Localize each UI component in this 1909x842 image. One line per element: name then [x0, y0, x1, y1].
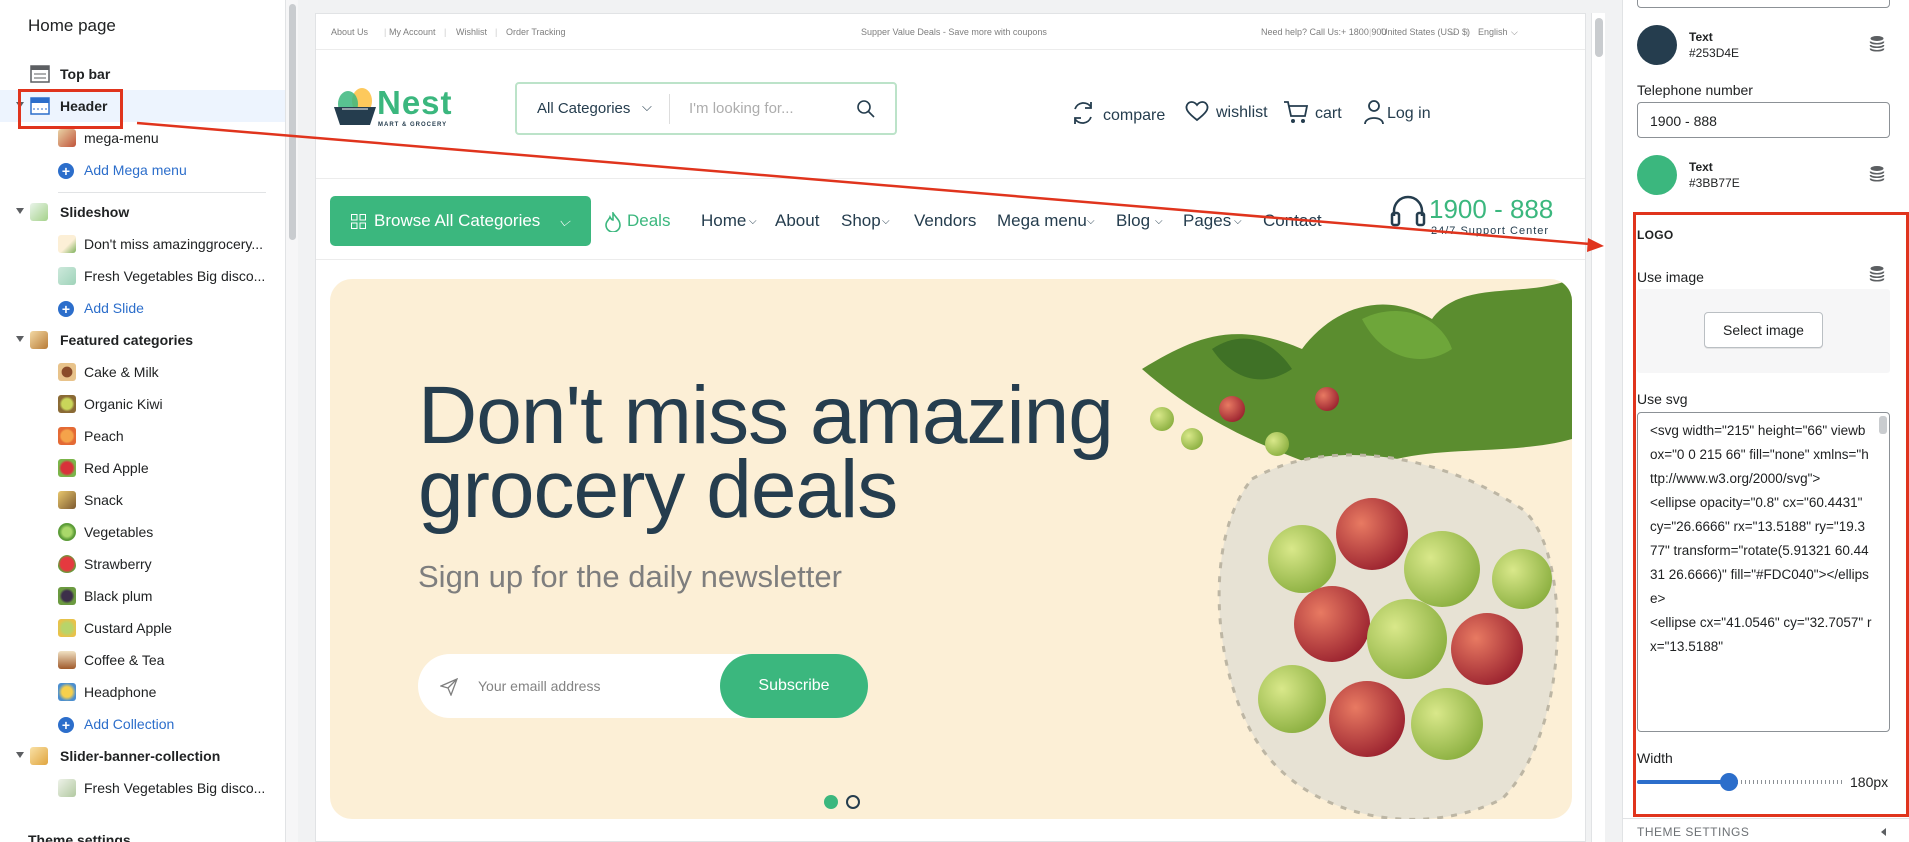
theme-editor: Home page Top bar Header mega-menu + Add… [0, 0, 1909, 842]
annotation-arrow [136, 121, 1604, 252]
